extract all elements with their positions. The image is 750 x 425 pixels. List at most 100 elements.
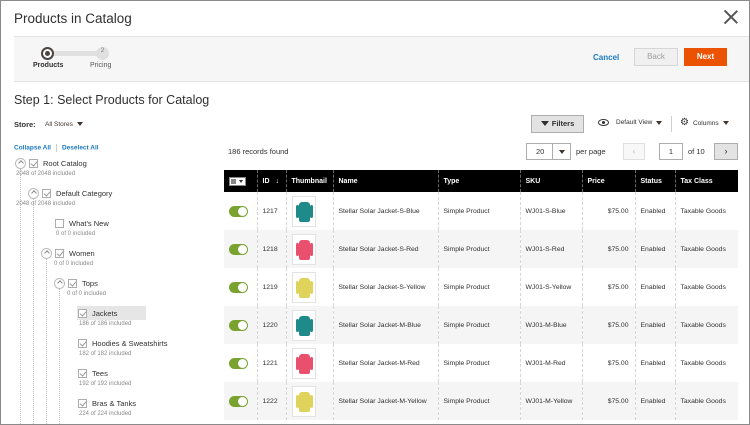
tree-node-count: 2048 of 2048 included xyxy=(16,201,76,207)
cell-name: Stellar Solar Jacket-S-Yellow xyxy=(332,268,438,306)
column-header-status[interactable]: Status xyxy=(634,170,675,192)
product-thumbnail[interactable] xyxy=(291,195,316,227)
chevron-down-icon[interactable] xyxy=(552,143,571,160)
cancel-button[interactable]: Cancel xyxy=(593,53,619,62)
checkbox[interactable] xyxy=(78,398,87,408)
tree-node-count: 0 of 0 included xyxy=(67,291,107,297)
cell-thumbnail xyxy=(285,268,333,306)
cell-price: $75.00 xyxy=(581,344,635,382)
next-page-button[interactable]: › xyxy=(714,143,738,160)
cell-id: 1219 xyxy=(256,268,286,306)
tree-node-whats-new[interactable]: What's New 0 of 0 included xyxy=(54,216,112,244)
checkbox[interactable] xyxy=(78,308,87,318)
cell-type: Simple Product xyxy=(437,230,520,268)
checkbox[interactable] xyxy=(78,368,87,378)
tree-node-label: Tops xyxy=(82,278,98,288)
chevron-up-icon[interactable] xyxy=(28,187,39,199)
row-select-cell xyxy=(224,192,257,230)
modal-title: Products in Catalog xyxy=(14,11,132,26)
cell-id: 1220 xyxy=(256,306,286,344)
product-thumbnail[interactable] xyxy=(291,271,316,303)
chevron-up-icon[interactable] xyxy=(54,277,65,289)
cell-name: Stellar Solar Jacket-M-Blue xyxy=(332,306,438,344)
collapse-all-link[interactable]: Collapse All xyxy=(14,145,51,152)
tree-node-count: 2048 of 2048 included xyxy=(16,171,76,177)
next-button[interactable]: Next xyxy=(684,48,727,66)
mass-action-header[interactable] xyxy=(224,170,257,192)
checkbox[interactable] xyxy=(42,188,51,198)
product-thumbnail[interactable] xyxy=(291,233,316,265)
column-header-name[interactable]: Name xyxy=(332,170,438,192)
back-button[interactable]: Back xyxy=(634,48,678,66)
cell-sku: WJ01-M-Red xyxy=(519,344,582,382)
checkbox[interactable] xyxy=(55,218,64,228)
previous-page-button[interactable]: ‹ xyxy=(623,143,645,160)
tree-node-bras-tanks[interactable]: Bras & Tanks 224 of 224 included xyxy=(77,396,139,424)
tree-node-count: 192 of 192 included xyxy=(79,381,132,387)
chevron-down-icon xyxy=(656,120,663,125)
deselect-all-link[interactable]: Deselect All xyxy=(62,145,99,152)
jacket-image xyxy=(295,353,313,374)
row-select-toggle[interactable] xyxy=(229,243,248,255)
table-row[interactable]: 1222 Stellar Solar Jacket-M-Yellow Simple … xyxy=(224,382,738,420)
cell-type: Simple Product xyxy=(437,268,520,306)
row-select-cell xyxy=(224,382,257,420)
filters-button[interactable]: Filters xyxy=(531,115,584,133)
chevron-up-icon[interactable] xyxy=(15,157,26,169)
cell-thumbnail xyxy=(285,306,333,344)
tree-node-tops[interactable]: Tops 0 of 0 included xyxy=(53,276,106,304)
table-row[interactable]: 1220 Stellar Solar Jacket-M-Blue Simple Pr… xyxy=(224,306,738,344)
row-select-toggle[interactable] xyxy=(229,281,248,293)
columns-control[interactable]: ⚙ Columns xyxy=(680,118,729,128)
store-switcher[interactable]: All Stores xyxy=(45,121,83,128)
checkbox[interactable] xyxy=(78,338,87,348)
column-header-price[interactable]: Price xyxy=(581,170,635,192)
row-select-toggle[interactable] xyxy=(229,205,248,217)
per-page-label: per page xyxy=(576,147,606,156)
checkbox[interactable] xyxy=(55,248,64,258)
product-thumbnail[interactable] xyxy=(291,385,316,417)
row-select-toggle[interactable] xyxy=(229,395,248,407)
cell-id: 1222 xyxy=(256,382,286,420)
column-header-type[interactable]: Type xyxy=(437,170,520,192)
cell-type: Simple Product xyxy=(437,306,520,344)
table-row[interactable]: 1219 Stellar Solar Jacket-S-Yellow Simple … xyxy=(224,268,738,306)
cell-sku: WJ01-S-Yellow xyxy=(519,268,582,306)
row-select-toggle[interactable] xyxy=(229,319,248,331)
row-select-toggle[interactable] xyxy=(229,357,248,369)
product-thumbnail[interactable] xyxy=(291,347,316,379)
cell-name: Stellar Solar Jacket-M-Red xyxy=(332,344,438,382)
records-found: 186 records found xyxy=(228,147,289,156)
mass-select-dropdown[interactable] xyxy=(229,176,246,186)
cell-sku: WJ01-S-Red xyxy=(519,230,582,268)
column-header-id[interactable]: ID ↓ xyxy=(256,170,286,192)
checkbox[interactable] xyxy=(29,158,38,168)
tree-node-default-category[interactable]: Default Category 2048 of 2048 included xyxy=(16,186,115,214)
tree-node-tees[interactable]: Tees 192 of 192 included xyxy=(77,366,131,394)
tree-node-root-catalog[interactable]: Root Catalog 2048 of 2048 included xyxy=(14,156,90,184)
divider xyxy=(55,144,57,152)
product-thumbnail[interactable] xyxy=(291,309,316,341)
table-row[interactable]: 1221 Stellar Solar Jacket-M-Red Simple Pro… xyxy=(224,344,738,382)
filter-icon xyxy=(540,120,549,126)
cell-price: $75.00 xyxy=(581,268,635,306)
tree-node-label: What's New xyxy=(69,218,109,228)
tree-node-label: Bras & Tanks xyxy=(92,398,137,408)
tree-node-label: Hoodies & Sweatshirts xyxy=(92,338,168,348)
view-switcher[interactable]: Default View xyxy=(598,119,663,126)
current-page-input[interactable]: 1 xyxy=(659,143,683,160)
chevron-up-icon[interactable] xyxy=(41,247,52,259)
tree-node-hoodies-sweatshirts[interactable]: Hoodies & Sweatshirts 182 of 182 include… xyxy=(77,336,170,364)
close-icon[interactable] xyxy=(723,9,739,25)
cell-sku: WJ01-M-Yellow xyxy=(519,382,582,420)
column-header-sku[interactable]: SKU xyxy=(519,170,582,192)
row-select-cell xyxy=(224,230,257,268)
columns-label: Columns xyxy=(692,119,719,127)
cell-price: $75.00 xyxy=(581,230,635,268)
table-row[interactable]: 1217 Stellar Solar Jacket-S-Blue Simple Pr… xyxy=(224,192,738,230)
checkbox[interactable] xyxy=(68,278,77,288)
table-row[interactable]: 1218 Stellar Solar Jacket-S-Red Simple Pro… xyxy=(224,230,738,268)
tree-node-jackets[interactable]: Jackets 186 of 186 included xyxy=(77,306,147,334)
tree-node-women[interactable]: Women 0 of 0 included xyxy=(40,246,98,274)
column-header-tax-class[interactable]: Tax Class xyxy=(674,170,738,192)
